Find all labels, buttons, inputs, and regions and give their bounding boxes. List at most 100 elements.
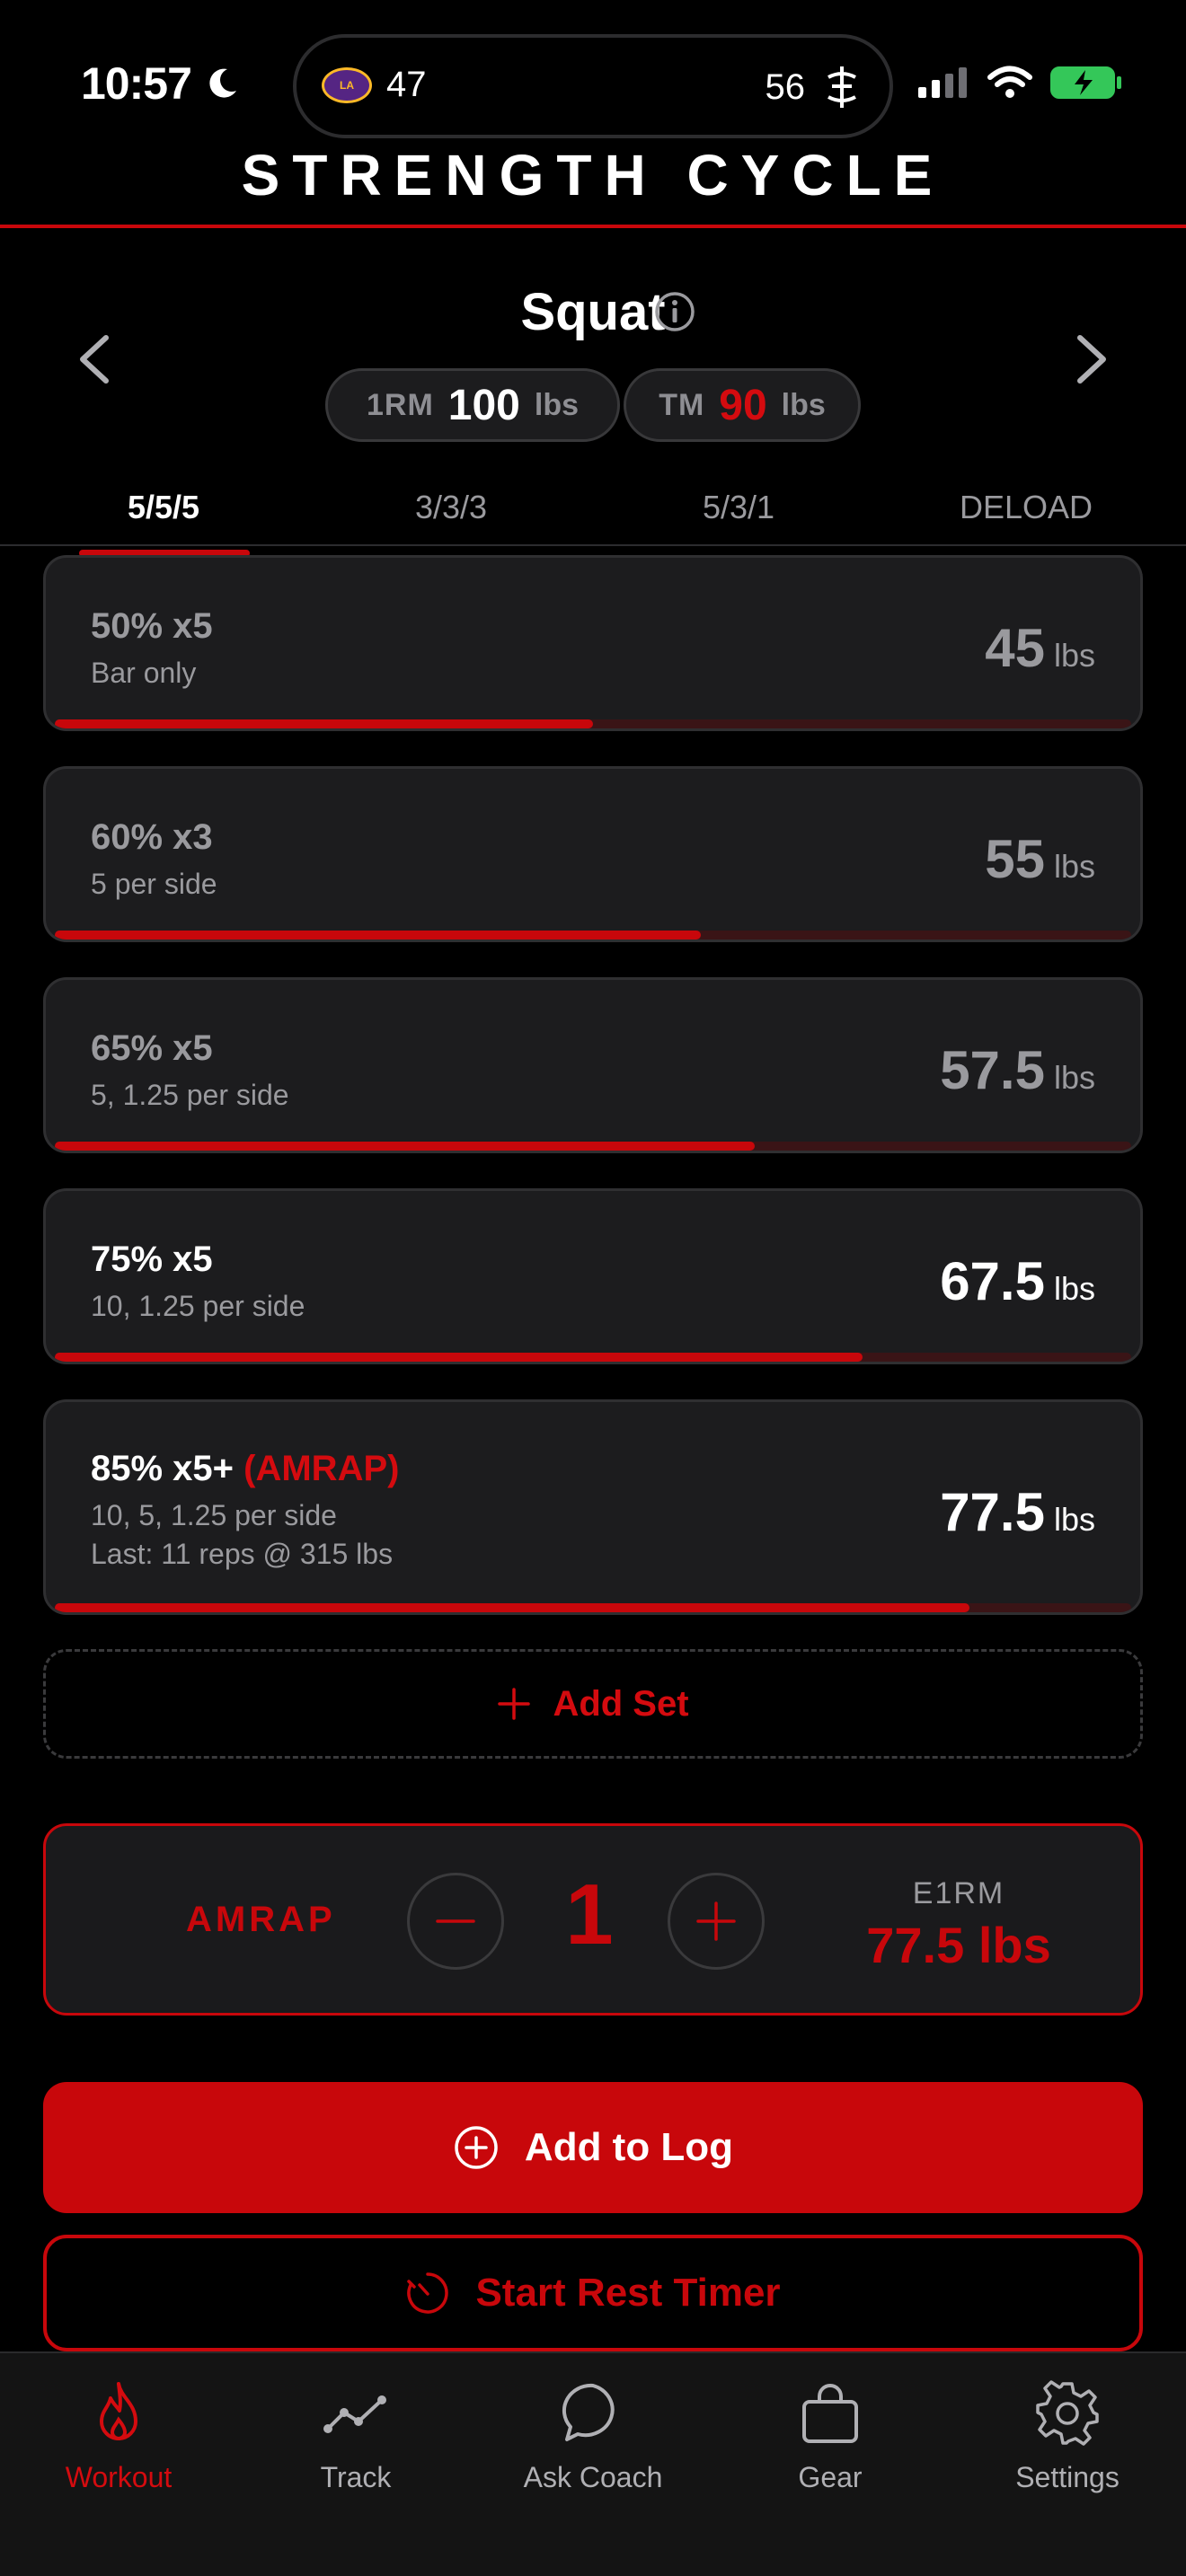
tm-value: 90 (719, 381, 767, 429)
set-progress-fill (55, 1353, 863, 1362)
nav-ask-coach-label: Ask Coach (523, 2461, 663, 2493)
gear-icon (1036, 2380, 1099, 2446)
plus-circle-icon (455, 2126, 498, 2169)
minus-icon (436, 1919, 475, 1923)
set-weight: 77.5 lbs (940, 1481, 1095, 1543)
increment-reps-button[interactable] (668, 1873, 765, 1970)
left-score: 47 (386, 65, 427, 104)
moon-icon (209, 68, 236, 98)
set-title-text: 85% x5+ (91, 1449, 235, 1488)
set-plates: 10, 1.25 per side (91, 1290, 305, 1322)
cellular-signal-icon (918, 67, 967, 98)
add-set-label: Add Set (553, 1683, 689, 1724)
info-icon[interactable] (654, 291, 695, 332)
set-card-amrap[interactable]: 85% x5+ (AMRAP) 10, 5, 1.25 per side Las… (43, 1399, 1143, 1615)
wifi-icon (987, 66, 1032, 98)
nav-settings[interactable]: Settings (949, 2353, 1186, 2576)
one-rm-label: 1RM (366, 387, 434, 422)
nav-gear[interactable]: Gear (712, 2353, 949, 2576)
set-plates: Bar only (91, 657, 197, 689)
set-weight-unit: lbs (1053, 637, 1095, 674)
plus-icon (498, 1688, 531, 1720)
e1rm-label: E1RM (912, 1876, 1005, 1910)
time-text: 10:57 (81, 58, 192, 109)
flame-icon (100, 2382, 137, 2440)
set-progress-fill (55, 931, 701, 940)
set-card[interactable]: 65% x5 5, 1.25 per side 57.5 lbs (43, 977, 1143, 1153)
decrement-reps-button[interactable] (407, 1873, 504, 1970)
battery-charging-icon (1050, 66, 1121, 99)
set-title: 50% x5 (91, 606, 213, 646)
tm-label: TM (659, 387, 705, 422)
set-plates: 5 per side (91, 868, 217, 900)
set-title: 85% x5+ (AMRAP) (91, 1449, 399, 1489)
nav-track-label: Track (320, 2461, 392, 2493)
plus-icon (696, 1901, 736, 1941)
one-rm-value: 100 (447, 381, 520, 429)
status-time: 10:57 (81, 57, 240, 110)
rep-count: 1 (565, 1866, 614, 1963)
set-weight: 67.5 lbs (940, 1250, 1095, 1312)
amrap-label: AMRAP (186, 1900, 336, 1939)
nav-workout[interactable]: Workout (0, 2353, 237, 2576)
set-progress-track (55, 1603, 1131, 1612)
tab-3-3-3[interactable]: 3/3/3 (307, 478, 595, 550)
nav-ask-coach[interactable]: Ask Coach (474, 2353, 712, 2576)
nav-workout-label: Workout (65, 2461, 173, 2493)
set-weight-value: 57.5 (940, 1040, 1045, 1100)
tab-5-3-1[interactable]: 5/3/1 (595, 478, 882, 550)
status-icons (916, 65, 1123, 101)
one-rm-pill[interactable]: 1RM 100 lbs (325, 368, 620, 442)
app-title: STRENGTH CYCLE (241, 143, 945, 207)
live-score-right: 56 (766, 65, 863, 110)
tab-deload[interactable]: DELOAD (882, 478, 1170, 550)
right-score: 56 (765, 66, 806, 107)
set-weight-value: 77.5 (940, 1482, 1045, 1542)
add-to-log-button[interactable]: Add to Log (43, 2082, 1143, 2213)
e1rm-value: 77.5 lbs (866, 1917, 1051, 1973)
set-progress-track (55, 1142, 1131, 1151)
live-score-left: LA 47 (322, 65, 427, 105)
set-progress-track (55, 1353, 1131, 1362)
team-logo-icon (828, 66, 856, 108)
bag-icon (802, 2384, 858, 2443)
set-title: 60% x3 (91, 817, 213, 857)
set-weight-unit: lbs (1053, 1059, 1095, 1096)
next-lift-chevron-icon[interactable] (1069, 332, 1114, 386)
week-tabs: 5/5/5 3/3/3 5/3/1 DELOAD (0, 478, 1186, 557)
training-max-pill[interactable]: TM 90 lbs (624, 368, 861, 442)
set-weight: 45 lbs (985, 617, 1095, 679)
nav-settings-label: Settings (1015, 2461, 1120, 2493)
start-rest-timer-label: Start Rest Timer (475, 2271, 781, 2315)
set-plates: 10, 5, 1.25 per side (91, 1499, 337, 1531)
nav-gear-label: Gear (798, 2461, 863, 2493)
live-activity-island[interactable]: LA 47 56 (293, 34, 893, 138)
amrap-panel: AMRAP 1 E1RM 77.5 lbs (43, 1823, 1143, 2016)
add-to-log-label: Add to Log (524, 2125, 734, 2169)
set-card-current[interactable]: 75% x5 10, 1.25 per side 67.5 lbs (43, 1188, 1143, 1364)
set-card[interactable]: 60% x3 5 per side 55 lbs (43, 766, 1143, 942)
set-title: 75% x5 (91, 1239, 213, 1279)
set-last-performance: Last: 11 reps @ 315 lbs (91, 1538, 394, 1570)
set-weight-unit: lbs (1053, 1270, 1095, 1307)
tab-5-5-5[interactable]: 5/5/5 (20, 478, 307, 557)
nav-track[interactable]: Track (237, 2353, 474, 2576)
set-progress-fill (55, 1603, 970, 1612)
tm-unit: lbs (781, 387, 826, 422)
set-weight: 55 lbs (985, 828, 1095, 890)
add-set-button[interactable]: Add Set (43, 1649, 1143, 1759)
lift-name: Squat (520, 283, 666, 341)
set-progress-fill (55, 1142, 755, 1151)
set-progress-track (55, 931, 1131, 940)
chart-line-icon (323, 2395, 386, 2433)
set-card[interactable]: 50% x5 Bar only 45 lbs (43, 555, 1143, 731)
set-weight-unit: lbs (1053, 848, 1095, 885)
bottom-tab-bar: Workout Track Ask Coach Gear Settings (0, 2351, 1186, 2576)
start-rest-timer-button[interactable]: Start Rest Timer (43, 2235, 1143, 2351)
set-weight-unit: lbs (1053, 1501, 1095, 1538)
set-weight-value: 45 (985, 618, 1045, 678)
tabs-divider (0, 544, 1186, 546)
header-divider (0, 225, 1186, 228)
chat-bubble-icon (562, 2383, 615, 2441)
set-progress-track (55, 719, 1131, 728)
